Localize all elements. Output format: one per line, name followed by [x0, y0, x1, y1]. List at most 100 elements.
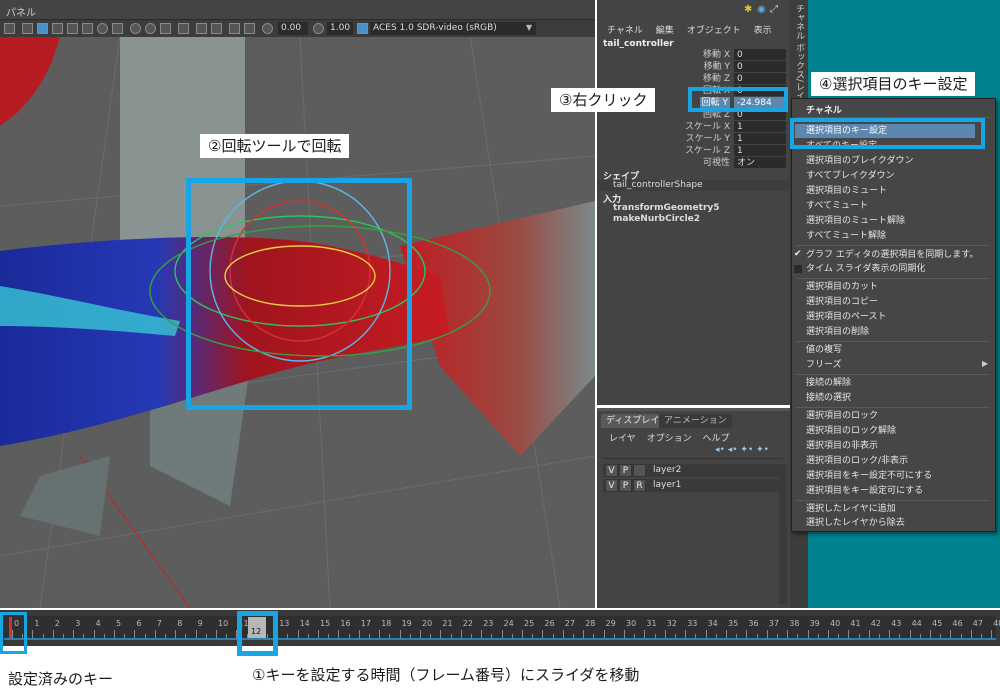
attr-row[interactable]: 可視性 オン [597, 157, 790, 169]
help-icon[interactable]: ◉ [757, 4, 766, 15]
frame-number: 10 [218, 619, 229, 628]
attr-row[interactable]: スケール X1 [597, 121, 790, 133]
playback-toggle[interactable]: P [619, 479, 632, 492]
menu-item-unmute-selected[interactable]: 選択項目のミュート解除 [806, 215, 905, 228]
menu-item-lock-and-hide[interactable]: 選択項目のロック/非表示 [806, 455, 908, 468]
grid-icon[interactable] [4, 23, 15, 34]
menu-item-cut[interactable]: 選択項目のカット [806, 281, 878, 294]
select-camera-icon[interactable] [178, 23, 189, 34]
menu-channels[interactable]: チャネル [607, 26, 643, 36]
exposure-icon[interactable] [262, 23, 273, 34]
move-layer-up-icon[interactable]: ◂• [715, 445, 725, 455]
menu-item-hide[interactable]: 選択項目の非表示 [806, 440, 878, 453]
color-space-select[interactable]: ACES 1.0 SDR-video (sRGB) [370, 22, 536, 35]
xray-joints-icon[interactable] [145, 23, 156, 34]
color-management-icon[interactable] [357, 23, 368, 34]
frame-tick [175, 630, 177, 638]
menu-object[interactable]: オブジェクト [687, 26, 741, 36]
visibility-toggle[interactable]: V [605, 464, 618, 477]
gamma-field[interactable]: 1.00 [327, 22, 353, 35]
menu-show[interactable]: 表示 [754, 26, 772, 36]
frame-tick [522, 630, 523, 638]
exposure-field[interactable]: 0.00 [278, 22, 308, 35]
menu-layers[interactable]: レイヤ [609, 434, 636, 444]
new-layer-icon[interactable]: ✦• [740, 445, 753, 455]
menu-item-add-to-layer[interactable]: 選択したレイヤに追加 [806, 503, 896, 516]
wireframe-icon[interactable] [22, 23, 33, 34]
xray-active-icon[interactable] [160, 23, 171, 34]
axis-icon[interactable]: ✱ [744, 4, 752, 15]
splitter[interactable] [597, 408, 790, 411]
xray-icon[interactable] [130, 23, 141, 34]
shape-item[interactable]: tail_controllerShape [597, 180, 790, 191]
playback-range-line [4, 638, 996, 640]
menu-item-delete[interactable]: 選択項目の削除 [806, 326, 869, 339]
light-icon[interactable] [97, 23, 108, 34]
menu-item-duplicate-values[interactable]: 値の複写 [806, 344, 842, 357]
frame-number: 27 [564, 619, 575, 628]
gate-mask-icon[interactable] [211, 23, 222, 34]
menu-item-breakdown-all[interactable]: すべてブレイクダウン [806, 170, 894, 183]
attr-row[interactable]: スケール Y1 [597, 133, 790, 145]
layer-scrollbar[interactable] [779, 464, 787, 604]
menu-item-lock[interactable]: 選択項目のロック [806, 410, 878, 423]
frame-number: 36 [748, 619, 759, 628]
shaded-icon[interactable] [37, 23, 48, 34]
expand-icon[interactable]: ⤢ [770, 4, 778, 15]
input-item[interactable]: transformGeometry5 [613, 203, 720, 213]
field-chart-icon[interactable] [229, 23, 240, 34]
attr-row[interactable]: 移動 Z0 [597, 73, 790, 85]
menu-item-remove-from-layer[interactable]: 選択したレイヤから除去 [806, 517, 905, 530]
frame-number: 38 [789, 619, 800, 628]
frame-tick [93, 630, 95, 638]
shadow-icon[interactable] [82, 23, 93, 34]
tab-display[interactable]: ディスプレイ [601, 414, 665, 428]
frame-tick [603, 630, 605, 638]
menu-item-unlock[interactable]: 選択項目のロック解除 [806, 425, 896, 438]
menu-item-mute-selected[interactable]: 選択項目のミュート [806, 185, 887, 198]
menu-item-select-connection[interactable]: 接続の選択 [806, 392, 851, 405]
input-item[interactable]: makeNurbCircle2 [613, 214, 700, 224]
frame-tick [766, 630, 768, 638]
layer-name[interactable]: layer1 [653, 479, 681, 492]
menu-item-unmute-all[interactable]: すべてミュート解除 [806, 230, 886, 243]
menu-item-freeze[interactable]: フリーズ [806, 359, 842, 372]
isolate-icon[interactable] [112, 23, 123, 34]
menu-options[interactable]: オプション [647, 434, 692, 444]
display-type-toggle[interactable] [633, 464, 646, 477]
menu-item-make-nonkeyable[interactable]: 選択項目をキー設定不可にする [806, 470, 932, 483]
panel-menu[interactable]: パネル [6, 4, 36, 19]
playback-toggle[interactable]: P [619, 464, 632, 477]
menu-item-paste[interactable]: 選択項目のペースト [806, 311, 887, 324]
layer-row[interactable]: V P R layer1 [603, 479, 783, 492]
attr-row[interactable]: 移動 X0 [597, 49, 790, 61]
frame-number: 13 [279, 619, 290, 628]
visibility-toggle[interactable]: V [605, 479, 618, 492]
attr-row[interactable]: スケール Z1 [597, 145, 790, 157]
tab-animation[interactable]: アニメーション [659, 414, 732, 428]
menu-item-sync-graph-editor[interactable]: グラフ エディタの選択項目を同期します。 [806, 249, 978, 262]
menu-item-mute-all[interactable]: すべてミュート [806, 200, 868, 213]
chevron-down-icon[interactable]: ▼ [526, 23, 532, 32]
display-type-toggle[interactable]: R [633, 479, 646, 492]
safe-area-icon[interactable] [244, 23, 255, 34]
menu-item-sync-time-slider[interactable]: タイム スライダ表示の同期化 [806, 263, 925, 276]
layer-name[interactable]: layer2 [653, 464, 681, 477]
gamma-icon[interactable] [313, 23, 324, 34]
move-layer-down-icon[interactable]: ◂• [728, 445, 738, 455]
layer-buttons: ◂• ◂• ✦• ✦• [715, 445, 769, 455]
checkbox-icon [794, 265, 802, 273]
textured-icon[interactable] [52, 23, 63, 34]
layer-row[interactable]: V P layer2 [603, 464, 783, 477]
lighting-icon[interactable] [67, 23, 78, 34]
menu-item-break-connections[interactable]: 接続の解除 [806, 377, 851, 390]
menu-edit[interactable]: 編集 [656, 26, 674, 36]
menu-help[interactable]: ヘルプ [703, 434, 730, 444]
menu-item-breakdown-selected[interactable]: 選択項目のブレイクダウン [806, 155, 913, 168]
menu-item-make-keyable[interactable]: 選択項目をキー設定可にする [806, 485, 923, 498]
object-name[interactable]: tail_controller [603, 39, 674, 49]
attr-row[interactable]: 移動 Y0 [597, 61, 790, 73]
menu-item-copy[interactable]: 選択項目のコピー [806, 296, 878, 309]
new-layer-selected-icon[interactable]: ✦• [756, 445, 769, 455]
resolution-gate-icon[interactable] [196, 23, 207, 34]
